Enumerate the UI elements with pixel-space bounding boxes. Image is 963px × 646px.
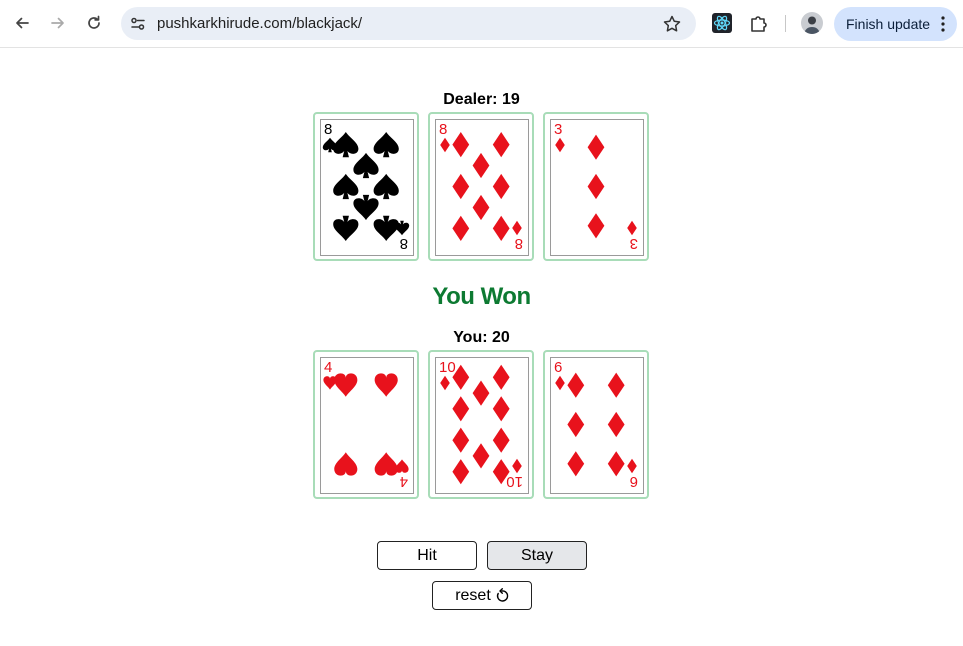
diamonds-icon (627, 220, 637, 236)
profile-icon (804, 16, 820, 34)
player-card-1: 44 (313, 350, 419, 499)
card-rank: 10 (506, 473, 523, 490)
diamonds-pip-icon (472, 152, 490, 179)
reload-button[interactable] (81, 10, 107, 36)
hearts-pip-icon (374, 373, 398, 397)
profile-avatar[interactable] (801, 12, 823, 34)
url-text[interactable]: pushkarkhirude.com/blackjack/ (157, 15, 362, 32)
hearts-pip-icon (374, 452, 398, 476)
diamonds-pip-icon (492, 173, 510, 200)
diamonds-pip-icon (492, 396, 510, 422)
reset-button[interactable]: reset (432, 581, 532, 610)
game-result: You Won (432, 283, 531, 310)
bookmark-star-icon[interactable] (662, 14, 682, 34)
diamonds-icon (627, 458, 637, 474)
finish-update-label: Finish update (846, 16, 931, 32)
spades-pip-icon (333, 132, 359, 158)
spades-card-face: 88 (322, 121, 410, 252)
player-card-3: 66 (543, 350, 649, 499)
address-bar[interactable]: pushkarkhirude.com/blackjack/ (121, 7, 696, 40)
spades-pip-icon (353, 194, 379, 221)
more-vert-icon (941, 16, 945, 32)
diamonds-pip-icon (452, 427, 470, 453)
card-rank: 8 (439, 121, 447, 138)
dealer-card-2: 88 (428, 112, 534, 261)
player-score: You: 20 (453, 329, 510, 346)
forward-button[interactable] (45, 10, 71, 36)
hearts-pip-icon (334, 452, 358, 476)
dealer-card-1: 88 (313, 112, 419, 261)
diamonds-icon (512, 220, 522, 236)
diamonds-icon (555, 137, 565, 153)
extensions-puzzle-icon[interactable] (748, 12, 770, 34)
spades-pip-icon (353, 152, 379, 179)
diamonds-pip-icon (452, 215, 470, 241)
spades-pip-icon (373, 173, 399, 200)
hit-button[interactable]: Hit (377, 541, 477, 570)
diamonds-pip-icon (567, 451, 585, 477)
reset-label: reset (455, 586, 491, 604)
diamonds-pip-icon (472, 443, 490, 469)
hearts-pip-icon (334, 373, 358, 397)
card-rank: 3 (554, 121, 562, 138)
rotate-ccw-icon (496, 588, 509, 602)
arrow-left-icon (16, 17, 29, 29)
diamonds-pip-icon (472, 380, 490, 406)
spades-pip-icon (373, 132, 399, 158)
diamonds-pip-icon (452, 396, 470, 422)
diamonds-pip-icon (492, 427, 510, 453)
spades-pip-icon (333, 173, 359, 200)
diamonds-pip-icon (452, 459, 470, 485)
diamonds-pip-icon (452, 173, 470, 200)
diamonds-pip-icon (472, 194, 490, 221)
diamonds-card-face: 33 (554, 121, 638, 252)
card-rank: 10 (439, 359, 456, 376)
toolbar-divider (785, 15, 786, 32)
diamonds-pip-icon (607, 372, 625, 398)
hearts-card-face: 44 (323, 359, 409, 490)
stay-button[interactable]: Stay (487, 541, 587, 570)
diamonds-icon (440, 137, 450, 153)
diamonds-card-face: 88 (439, 121, 523, 252)
diamonds-pip-icon (567, 372, 585, 398)
card-rank: 6 (630, 473, 638, 490)
stay-label: Stay (520, 546, 553, 564)
diamonds-card-face: 66 (554, 359, 638, 490)
card-rank: 3 (630, 235, 638, 252)
spades-pip-icon (333, 215, 359, 241)
diamonds-pip-icon (492, 364, 510, 390)
hit-label: Hit (417, 546, 437, 564)
site-settings-icon[interactable] (129, 15, 147, 33)
diamonds-pip-icon (452, 132, 470, 158)
reload-icon (88, 15, 100, 29)
diamonds-icon (512, 458, 522, 474)
diamonds-pip-icon (587, 134, 605, 160)
player-card-2: 10 10 (428, 350, 534, 499)
card-rank: 4 (400, 473, 408, 490)
card-rank: 8 (515, 235, 523, 252)
diamonds-pip-icon (587, 173, 605, 200)
react-devtools-icon[interactable] (711, 12, 733, 34)
browser-toolbar: pushkarkhirude.com/blackjack/ Finish upd… (0, 0, 963, 48)
card-rank: 8 (400, 235, 408, 252)
dealer-card-3: 33 (543, 112, 649, 261)
diamonds-pip-icon (587, 213, 605, 239)
diamonds-icon (555, 375, 565, 391)
finish-update-button[interactable]: Finish update (834, 7, 957, 41)
arrow-right-icon (51, 17, 64, 29)
diamonds-pip-icon (607, 411, 625, 438)
spades-pip-icon (373, 215, 399, 241)
card-rank: 4 (324, 359, 332, 376)
card-rank: 6 (554, 359, 562, 376)
back-button[interactable] (9, 10, 35, 36)
diamonds-pip-icon (492, 132, 510, 158)
dealer-score: Dealer: 19 (443, 91, 520, 108)
diamonds-pip-icon (607, 451, 625, 477)
diamonds-card-face: 10 10 (439, 359, 523, 490)
card-rank: 8 (324, 121, 332, 138)
diamonds-icon (440, 375, 450, 391)
diamonds-pip-icon (567, 411, 585, 438)
diamonds-pip-icon (492, 215, 510, 241)
